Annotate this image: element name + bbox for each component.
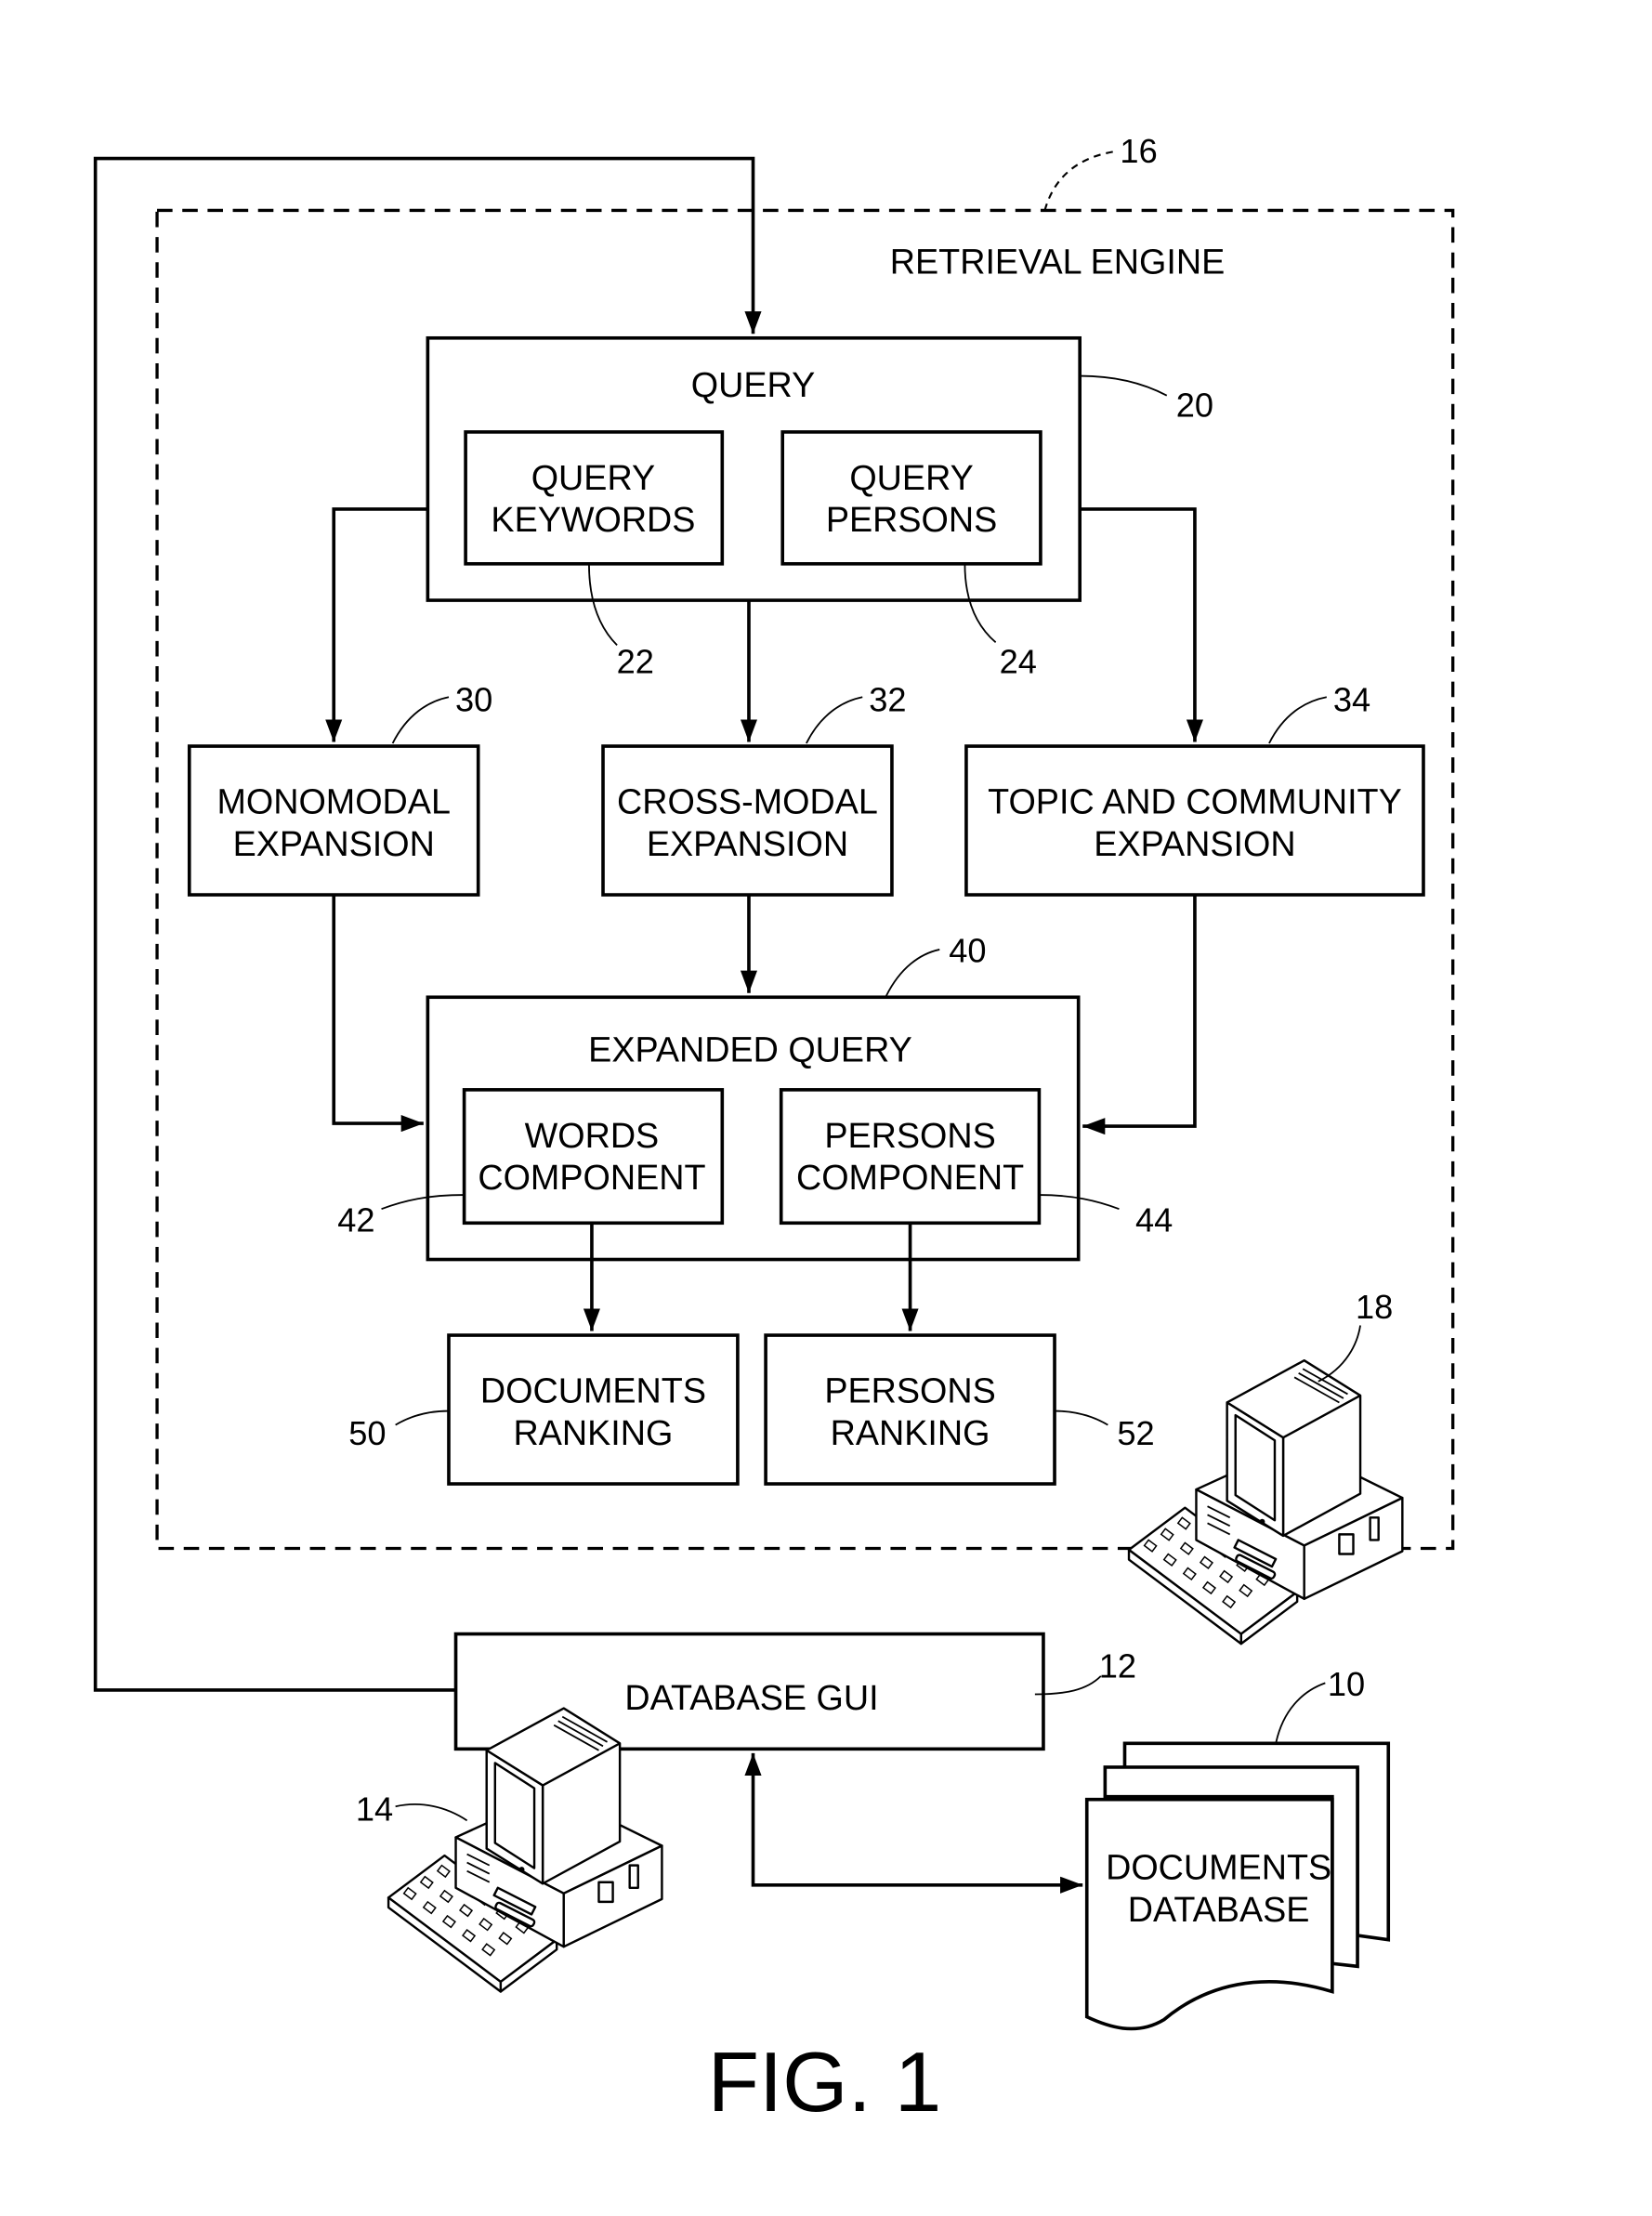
monomodal-line2: EXPANSION xyxy=(233,824,435,863)
ref-14: 14 xyxy=(356,1790,393,1828)
query-persons-box xyxy=(780,430,1042,566)
ref-20: 20 xyxy=(1176,386,1213,424)
topic-line2: EXPANSION xyxy=(1094,824,1295,863)
documents-database-line1: DOCUMENTS xyxy=(1106,1848,1331,1887)
documents-ranking-line1: DOCUMENTS xyxy=(480,1370,706,1410)
ref-40: 40 xyxy=(949,932,986,970)
query-keywords-box xyxy=(464,430,725,566)
ref-leader-32 xyxy=(806,696,863,744)
persons-component-line1: PERSONS xyxy=(824,1116,995,1155)
ref-42: 42 xyxy=(337,1200,374,1239)
words-component-line1: WORDS xyxy=(525,1116,660,1155)
query-persons-line1: QUERY xyxy=(849,458,973,497)
ref-16: 16 xyxy=(1120,132,1157,170)
ref-leader-10 xyxy=(1275,1682,1326,1742)
retrieval-engine-label: RETRIEVAL ENGINE xyxy=(890,242,1225,281)
ref-leader-16 xyxy=(1043,150,1116,211)
words-component-line2: COMPONENT xyxy=(478,1158,705,1197)
ref-leader-40 xyxy=(885,949,940,997)
ref-50: 50 xyxy=(348,1414,386,1452)
desktop-computer-icon xyxy=(387,1707,663,1993)
database-gui-label: DATABASE GUI xyxy=(624,1678,878,1717)
topic-line1: TOPIC AND COMMUNITY xyxy=(988,782,1402,821)
ref-30: 30 xyxy=(455,680,492,718)
crossmodal-line2: EXPANSION xyxy=(647,824,848,863)
arrow-query-to-topic xyxy=(1080,507,1204,742)
arrow-gui-database xyxy=(744,1752,1083,1894)
ref-52: 52 xyxy=(1117,1414,1154,1452)
ref-32: 32 xyxy=(869,680,906,718)
persons-ranking-line2: RANKING xyxy=(831,1413,990,1452)
documents-ranking-line2: RANKING xyxy=(514,1413,674,1452)
ref-leader-50 xyxy=(395,1410,449,1426)
monomodal-line1: MONOMODAL xyxy=(216,782,450,821)
query-label: QUERY xyxy=(691,365,815,404)
ref-leader-34 xyxy=(1268,696,1328,744)
ref-leader-30 xyxy=(391,696,450,744)
arrow-monomodal-to-expanded xyxy=(332,895,424,1133)
query-keywords-line1: QUERY xyxy=(531,458,655,497)
arrow-query-to-monomodal xyxy=(325,507,428,742)
figure-caption: FIG. 1 xyxy=(708,2036,942,2130)
persons-component-box xyxy=(779,1088,1042,1226)
ref-18: 18 xyxy=(1356,1288,1393,1326)
ref-12: 12 xyxy=(1099,1646,1136,1685)
expanded-query-label: EXPANDED QUERY xyxy=(588,1030,912,1069)
patent-figure: RETRIEVAL ENGINE 16 QUERY 20 QUERY KEYWO… xyxy=(93,132,1455,2130)
ref-leader-52 xyxy=(1055,1410,1108,1426)
persons-ranking-line1: PERSONS xyxy=(824,1370,995,1410)
desktop-computer-icon xyxy=(1127,1359,1404,1646)
query-keywords-line2: KEYWORDS xyxy=(491,500,695,539)
words-component-box xyxy=(462,1088,725,1226)
ref-44: 44 xyxy=(1135,1200,1173,1239)
crossmodal-line1: CROSS-MODAL xyxy=(617,782,878,821)
query-persons-line2: PERSONS xyxy=(826,500,997,539)
ref-34: 34 xyxy=(1333,680,1370,718)
ref-24: 24 xyxy=(1000,643,1037,681)
ref-10: 10 xyxy=(1328,1665,1365,1703)
ref-leader-14 xyxy=(395,1803,468,1822)
arrow-topic-to-expanded xyxy=(1082,895,1197,1135)
persons-component-line2: COMPONENT xyxy=(796,1158,1024,1197)
documents-database-line2: DATABASE xyxy=(1128,1890,1310,1929)
ref-22: 22 xyxy=(617,643,654,681)
ref-leader-20 xyxy=(1080,374,1168,397)
